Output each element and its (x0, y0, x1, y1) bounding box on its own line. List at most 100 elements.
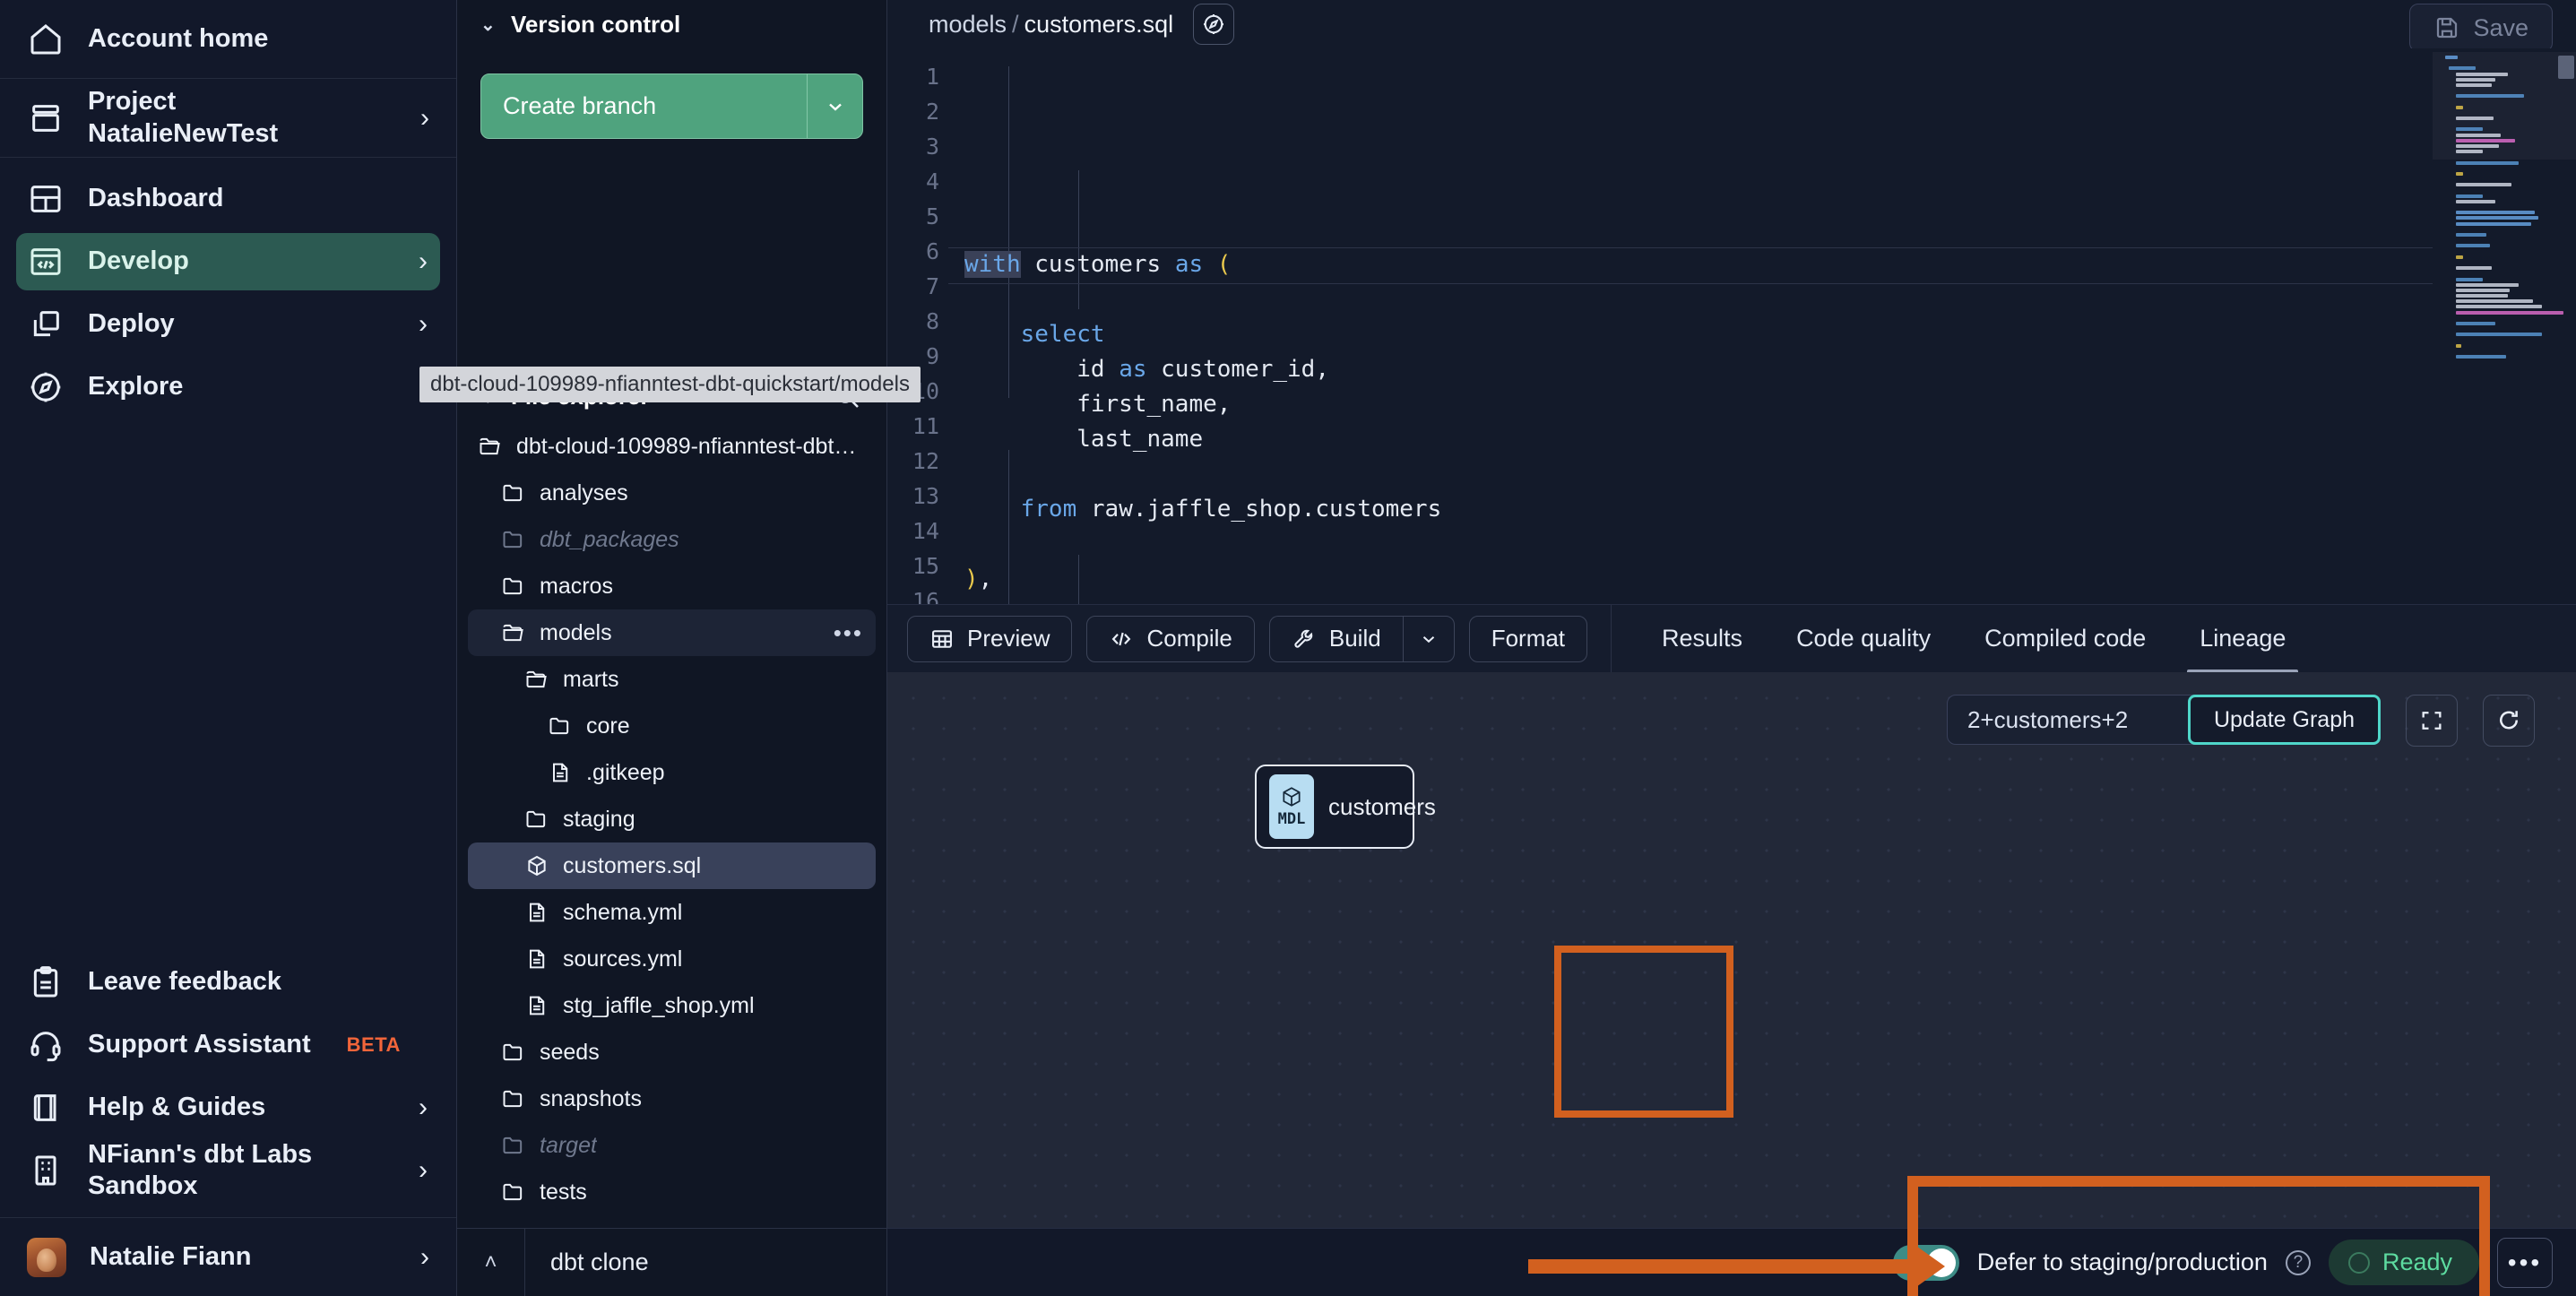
folder-icon (500, 1179, 527, 1205)
code-line[interactable]: last_name (948, 422, 2576, 457)
build-button[interactable]: Build (1269, 616, 1403, 662)
sidebar-item-sandbox[interactable]: NFiann's dbt Labs Sandbox › (16, 1142, 440, 1199)
sidebar-item-help-guides[interactable]: Help & Guides › (16, 1079, 440, 1136)
graph-selector-input[interactable] (1948, 696, 2188, 744)
line-number: 7 (887, 269, 948, 304)
tab-results[interactable]: Results (1635, 605, 1769, 673)
sidebar-item-deploy[interactable]: Deploy › (16, 296, 440, 353)
minimap-line (2456, 244, 2490, 247)
tree-item-customers-sql[interactable]: customers.sql (468, 842, 876, 889)
tree-item-label: macros (540, 574, 613, 600)
code-line[interactable] (948, 282, 2576, 317)
tree-item-sources-yml[interactable]: sources.yml (468, 936, 876, 982)
tree-item-menu-button[interactable]: ••• (834, 621, 863, 644)
explorer-panel: ⌄ Version control Create branch ⌄ File e… (457, 0, 887, 1296)
line-number: 15 (887, 549, 948, 583)
update-graph-button[interactable]: Update Graph (2188, 695, 2381, 745)
tab-compiled-code[interactable]: Compiled code (1958, 605, 2173, 673)
refresh-button[interactable] (2483, 695, 2535, 747)
tree-item-snapshots[interactable]: snapshots (468, 1076, 876, 1122)
tree-item-schema-yml[interactable]: schema.yml (468, 889, 876, 936)
editor-toolbar: Preview Compile Build Format ResultsCode… (887, 604, 2576, 672)
collapse-panel-button[interactable]: ˄ (457, 1229, 525, 1296)
sidebar-item-support-assistant[interactable]: Support Assistant BETA (16, 1016, 440, 1074)
minimap-line (2456, 134, 2501, 137)
explorer-bottom-strip: ˄ dbt clone (457, 1228, 886, 1296)
sidebar-nav: Dashboard Develop › Deploy › Ex (0, 158, 456, 434)
tree-item-marts[interactable]: marts (468, 656, 876, 703)
tree-item-tests[interactable]: tests (468, 1169, 876, 1215)
tree-item-models[interactable]: models••• (468, 609, 876, 656)
fullscreen-button[interactable] (2406, 695, 2458, 747)
tree-item-gitignore[interactable]: .gitignore (468, 1215, 876, 1228)
tree-item-seeds[interactable]: seeds (468, 1029, 876, 1076)
minimap-line (2456, 255, 2463, 259)
code-content[interactable]: with customers as ( select id as custome… (948, 48, 2576, 604)
code-line[interactable] (948, 457, 2576, 492)
book-icon (27, 1089, 65, 1127)
sidebar-item-leave-feedback[interactable]: Leave feedback (16, 954, 440, 1011)
version-control-header[interactable]: ⌄ Version control (457, 4, 886, 45)
lineage-compass-button[interactable] (1193, 4, 1234, 45)
code-line[interactable] (948, 597, 2576, 604)
deploy-icon (27, 306, 65, 343)
code-brackets-icon (1109, 626, 1134, 652)
create-branch-dropdown-toggle[interactable] (807, 74, 862, 138)
editor-scrollbar[interactable] (2558, 56, 2574, 79)
tree-item-target[interactable]: target (468, 1122, 876, 1169)
tree-item-dbt-cloud-109989-nfianntest-dbt-qui[interactable]: dbt-cloud-109989-nfianntest-dbt-qui… (468, 423, 876, 470)
breadcrumb-folder[interactable]: models (929, 11, 1007, 38)
tab-code-quality[interactable]: Code quality (1769, 605, 1958, 673)
compile-button[interactable]: Compile (1086, 616, 1254, 662)
create-branch-button[interactable]: Create branch (481, 74, 807, 138)
sidebar-item-user[interactable]: Natalie Fiann › (0, 1217, 456, 1296)
minimap-line (2456, 278, 2483, 281)
compass-icon (1200, 11, 1227, 38)
tree-item-gitkeep[interactable]: .gitkeep (468, 749, 876, 796)
code-line[interactable] (948, 527, 2576, 562)
chevron-down-icon (825, 96, 846, 117)
sidebar-item-dashboard[interactable]: Dashboard (16, 170, 440, 228)
preview-button[interactable]: Preview (907, 616, 1072, 662)
tree-item-label: dbt_packages (540, 527, 679, 553)
line-number: 11 (887, 409, 948, 444)
code-line[interactable]: select (948, 317, 2576, 352)
tree-item-core[interactable]: core (468, 703, 876, 749)
table-icon (929, 626, 955, 652)
code-line[interactable]: from raw.jaffle_shop.customers (948, 492, 2576, 527)
tree-item-label: tests (540, 1179, 587, 1205)
minimap-line (2456, 117, 2494, 120)
folder-icon (547, 713, 574, 739)
sidebar-item-sandbox-label: NFiann's dbt Labs Sandbox (88, 1139, 386, 1203)
file-icon (500, 1225, 527, 1228)
project-label: Project (88, 87, 176, 116)
tree-item-macros[interactable]: macros (468, 563, 876, 609)
sidebar-item-explore[interactable]: Explore (16, 359, 440, 416)
tree-item-analyses[interactable]: analyses (468, 470, 876, 516)
build-dropdown-toggle[interactable] (1403, 616, 1455, 662)
lineage-node-customers[interactable]: MDL customers (1255, 765, 1414, 849)
sidebar-item-project[interactable]: Project NatalieNewTest › (0, 79, 456, 158)
code-line[interactable]: with customers as ( (948, 247, 2576, 282)
tree-item-label: marts (563, 667, 619, 693)
tree-item-stg-jaffle-shop-yml[interactable]: stg_jaffle_shop.yml (468, 982, 876, 1029)
folder-icon (500, 1132, 527, 1159)
minimap-line (2456, 144, 2499, 148)
tree-item-staging[interactable]: staging (468, 796, 876, 842)
code-editor[interactable]: 1234567891011121314151617181920212223242… (887, 48, 2576, 604)
save-button[interactable]: Save (2409, 4, 2553, 52)
folder-open-icon (523, 666, 550, 693)
tab-lineage[interactable]: Lineage (2173, 605, 2312, 673)
code-line[interactable]: first_name, (948, 387, 2576, 422)
minimap-line (2456, 172, 2463, 176)
sidebar-item-account-home[interactable]: Account home (0, 0, 456, 79)
code-line[interactable]: ), (948, 562, 2576, 597)
more-options-button[interactable]: ••• (2497, 1238, 2553, 1288)
folder-icon (523, 806, 550, 833)
sidebar-item-develop[interactable]: Develop › (16, 233, 440, 290)
tree-item-dbt-packages[interactable]: dbt_packages (468, 516, 876, 563)
code-minimap[interactable] (2433, 48, 2576, 604)
tree-item-label: analyses (540, 480, 628, 506)
format-button[interactable]: Format (1469, 616, 1587, 662)
code-line[interactable]: id as customer_id, (948, 352, 2576, 387)
